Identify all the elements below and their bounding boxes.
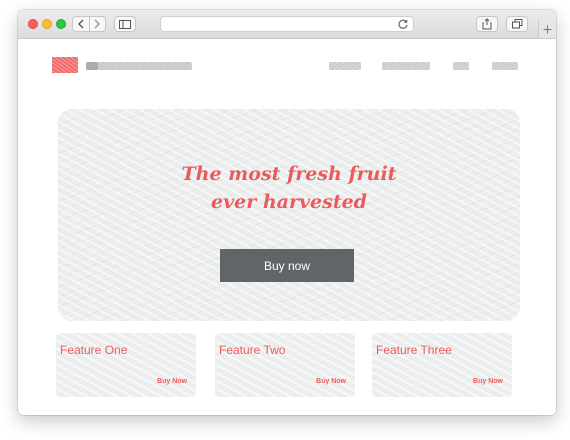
feature-card: Feature Two Buy Now bbox=[215, 333, 355, 397]
hero-section: The most fresh fruit ever harvested Buy … bbox=[58, 109, 520, 321]
feature-buy-link[interactable]: Buy Now bbox=[473, 378, 503, 385]
site-name-placeholder bbox=[86, 62, 192, 70]
share-button[interactable] bbox=[476, 16, 498, 32]
forward-button[interactable] bbox=[88, 17, 106, 31]
sidebar-toggle-button[interactable] bbox=[114, 16, 136, 32]
chevron-right-icon bbox=[94, 19, 101, 29]
nav-link-1[interactable] bbox=[329, 62, 361, 70]
browser-toolbar bbox=[18, 10, 556, 39]
buy-now-button[interactable]: Buy now bbox=[220, 249, 354, 282]
feature-card: Feature Three Buy Now bbox=[372, 333, 512, 397]
hero-title-line-2: ever harvested bbox=[211, 191, 367, 213]
feature-buy-link[interactable]: Buy Now bbox=[316, 378, 346, 385]
feature-title: Feature Three bbox=[376, 343, 452, 357]
back-button[interactable] bbox=[73, 17, 89, 31]
close-dot-icon[interactable] bbox=[28, 19, 38, 29]
tab-overview-button[interactable] bbox=[506, 16, 528, 32]
nav-link-4[interactable] bbox=[492, 62, 518, 70]
hero-title-line-1: The most fresh fruit bbox=[181, 163, 397, 185]
nav-link-2[interactable] bbox=[382, 62, 430, 70]
tabs-icon bbox=[511, 19, 522, 29]
browser-window: The most fresh fruit ever harvested Buy … bbox=[18, 10, 556, 415]
feature-buy-link[interactable]: Buy Now bbox=[157, 378, 187, 385]
feature-card: Feature One Buy Now bbox=[56, 333, 196, 397]
web-page: The most fresh fruit ever harvested Buy … bbox=[18, 39, 556, 415]
share-icon bbox=[482, 18, 492, 30]
address-bar[interactable] bbox=[160, 16, 414, 32]
minimize-dot-icon[interactable] bbox=[42, 19, 52, 29]
site-name-placeholder-start bbox=[86, 62, 98, 70]
sidebar-icon bbox=[119, 19, 131, 29]
nav-link-3[interactable] bbox=[453, 62, 469, 70]
new-tab-button[interactable] bbox=[538, 20, 556, 38]
feature-title: Feature One bbox=[60, 343, 128, 357]
maximize-dot-icon[interactable] bbox=[56, 19, 66, 29]
reload-icon[interactable] bbox=[397, 18, 409, 30]
history-nav bbox=[72, 16, 106, 32]
feature-title: Feature Two bbox=[219, 343, 286, 357]
site-logo[interactable] bbox=[52, 57, 78, 73]
chevron-left-icon bbox=[77, 19, 84, 29]
plus-icon bbox=[543, 25, 552, 33]
